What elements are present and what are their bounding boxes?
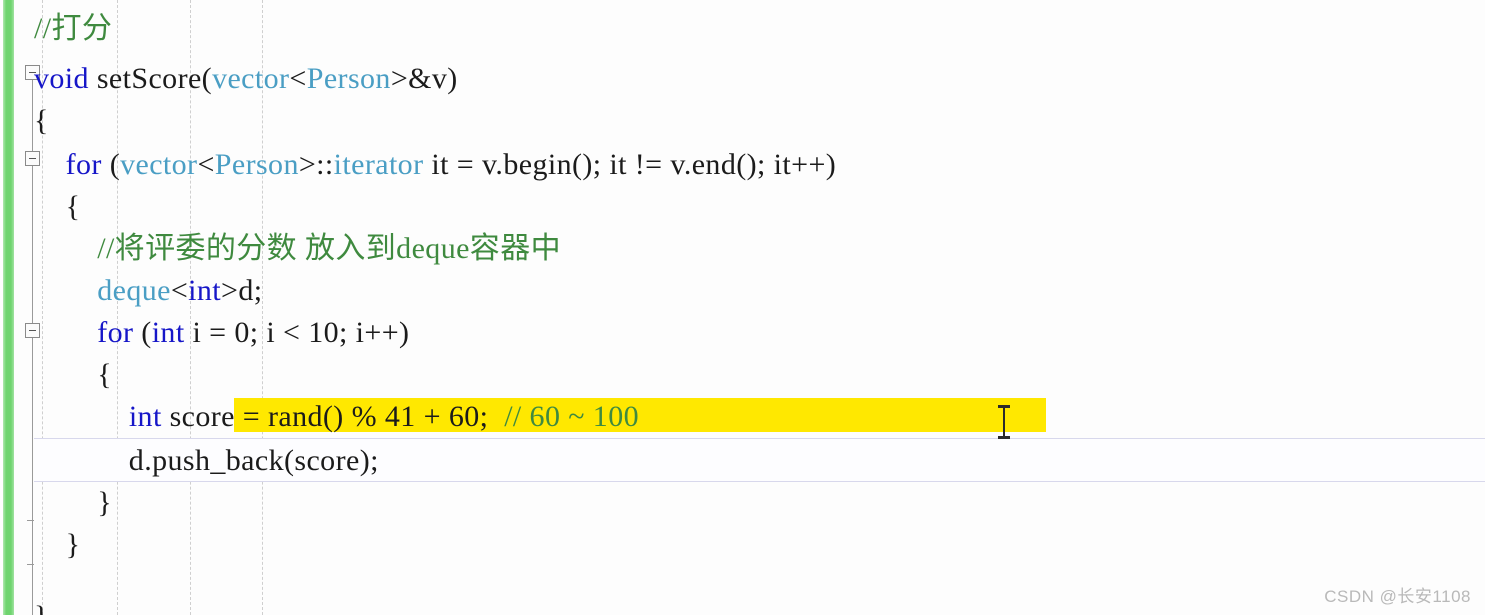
code-token: Person <box>306 62 391 95</box>
code-token: >d; <box>221 274 263 307</box>
code-token: ( <box>101 148 121 181</box>
code-line[interactable]: d.push_back(score); <box>34 440 379 482</box>
code-line[interactable]: { <box>34 100 49 142</box>
code-token: ; i < <box>249 316 309 349</box>
code-token: for <box>65 148 102 181</box>
code-line[interactable]: { <box>34 354 112 396</box>
code-token: { <box>34 104 49 137</box>
code-token: ; i++) <box>339 316 410 349</box>
code-line[interactable]: } <box>34 596 49 615</box>
code-token: deque <box>97 274 171 307</box>
code-token: score = rand() % <box>161 400 385 433</box>
code-token: < <box>289 62 307 95</box>
code-token: // 60 ~ 100 <box>504 400 639 433</box>
code-token: //打分 <box>34 12 113 45</box>
code-editor-window: //打分 void setScore(vector<Person>&v){ for… <box>0 0 1485 615</box>
code-token: + <box>415 400 449 433</box>
code-token: 0 <box>234 316 250 349</box>
fold-end-tick <box>27 564 34 565</box>
code-token: < <box>197 148 215 181</box>
code-line[interactable]: int score = rand() % 41 + 60; // 60 ~ 10… <box>34 396 639 438</box>
csdn-watermark: CSDN @长安1108 <box>1324 587 1471 606</box>
code-token: it = v.begin(); it != v.end(); it++) <box>423 148 837 181</box>
code-token: 60 <box>448 400 480 433</box>
code-token: } <box>34 528 81 561</box>
code-token: 10 <box>308 316 340 349</box>
code-text-area[interactable]: //打分 void setScore(vector<Person>&v){ for… <box>34 0 1485 615</box>
code-token: < <box>170 274 189 307</box>
fold-end-tick <box>27 520 34 521</box>
code-line[interactable]: //将评委的分数 放入到deque容器中 <box>34 228 561 270</box>
code-line[interactable]: for (vector<Person>::iterator it = v.beg… <box>34 144 836 186</box>
code-token: vector <box>212 62 290 95</box>
code-token: >&v) <box>390 62 458 95</box>
code-token: d.push_back(score); <box>34 444 379 477</box>
code-token: int <box>128 400 162 433</box>
code-token: void <box>34 62 89 95</box>
code-token: } <box>34 600 49 615</box>
code-line[interactable]: for (int i = 0; i < 10; i++) <box>34 312 409 354</box>
code-token: i = <box>184 316 235 349</box>
code-token: //将评委的分数 放入到deque容器中 <box>97 232 562 265</box>
code-line[interactable]: } <box>34 482 112 524</box>
code-token: 41 <box>384 400 416 433</box>
code-token: vector <box>120 148 198 181</box>
change-indicator-bar <box>3 0 14 615</box>
code-token: { <box>34 190 81 223</box>
code-line[interactable]: //打分 <box>34 8 112 50</box>
code-token: int <box>151 316 185 349</box>
code-line[interactable]: deque<int>d; <box>34 270 263 312</box>
code-token: setScore( <box>88 62 213 95</box>
code-token: Person <box>214 148 299 181</box>
code-token: iterator <box>333 148 424 181</box>
code-line[interactable]: { <box>34 186 80 228</box>
code-token: ( <box>133 316 152 349</box>
code-line[interactable]: } <box>34 524 80 566</box>
text-ibeam-cursor <box>997 405 1011 439</box>
code-token: ; <box>479 400 505 433</box>
code-token: for <box>97 316 134 349</box>
code-token: } <box>34 486 112 519</box>
code-line[interactable]: void setScore(vector<Person>&v) <box>34 58 458 100</box>
code-token: >:: <box>298 148 334 181</box>
code-token: { <box>34 358 112 391</box>
code-token: int <box>188 274 222 307</box>
